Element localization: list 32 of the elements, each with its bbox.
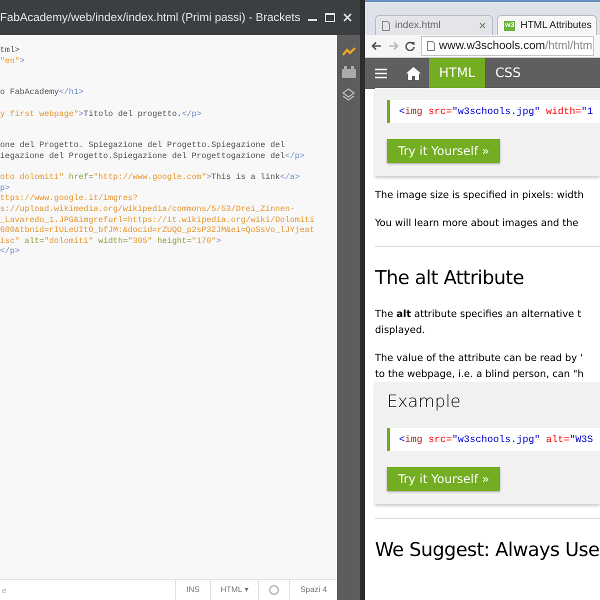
address-bar[interactable]: www.w3schools.com/html/htm — [421, 36, 594, 56]
layers-icon[interactable] — [342, 88, 355, 102]
status-text: e — [1, 586, 8, 594]
section-heading: We Suggest: Always Use — [375, 538, 600, 563]
language-dropdown[interactable]: HTML ▾ — [210, 580, 258, 600]
file-icon — [427, 41, 435, 51]
nav-link[interactable]: CSS — [485, 58, 531, 89]
try-it-button[interactable]: Try it Yourself » — [387, 467, 500, 491]
close-button[interactable] — [343, 10, 352, 24]
paragraph: The image size is specified in pixels: width — [375, 189, 585, 203]
try-it-button[interactable]: Try it Yourself » — [387, 139, 500, 163]
close-icon[interactable] — [479, 22, 486, 29]
maximize-icon — [325, 13, 336, 22]
extension-block-icon[interactable] — [342, 66, 356, 78]
live-preview-icon[interactable] — [342, 47, 356, 56]
example-title: Example — [387, 392, 462, 412]
browser-tab[interactable]: index.html — [375, 15, 493, 35]
back-button[interactable] — [371, 41, 382, 51]
paragraph: You will learn more about images and the — [375, 217, 580, 231]
linter-status-icon[interactable] — [269, 585, 280, 595]
close-icon — [343, 13, 352, 22]
insert-mode-label[interactable]: INS — [175, 580, 210, 600]
paragraph: The alt attribute specifies an alternative t displayed. — [375, 308, 582, 338]
section-heading: The alt Attribute — [375, 266, 525, 291]
code-example: <img src="w3schools.jpg" width="1 — [387, 100, 600, 123]
code-example: <img src="w3schools.jpg" alt="W3S — [387, 428, 600, 451]
reload-button[interactable] — [405, 41, 415, 51]
code-editor[interactable]: tml> "en"> o FabAcademy</h1> y first webpage">Titolo del progetto.</p> one del Progetto. Spiegazione del Progetto.Spiegazione del iegazione del Progetto.Spiegazione del Progettogazione del</p> oto dolomiti" href="http://www.google.com">This is a link</a> p> ttps://www.google.it/imgres? s://upload.wikimedia.org/wikipedia/commons/5/53/Drei_Zinnen- _Lavaredo_1.JPG&imgrefurl=https://it.wikipedia.org/wiki/Dolomiti 600&tbnid=rIULeUItO_bfJM:&docid=rZUQO_p2sP32JM&ei=QoSsVo_lJYjeat isc" alt="dolomiti" width="305" height="170"> </p> — [0, 35, 337, 579]
paragraph: The value of the attribute can be read by ' to the webpage, i.e. a blind person, can "h — [375, 352, 585, 382]
file-icon — [382, 20, 390, 30]
window-title: FabAcademy/web/index/index.html (Primi passi) - Brackets — [0, 12, 300, 24]
nav-link[interactable]: HTML — [429, 58, 486, 89]
